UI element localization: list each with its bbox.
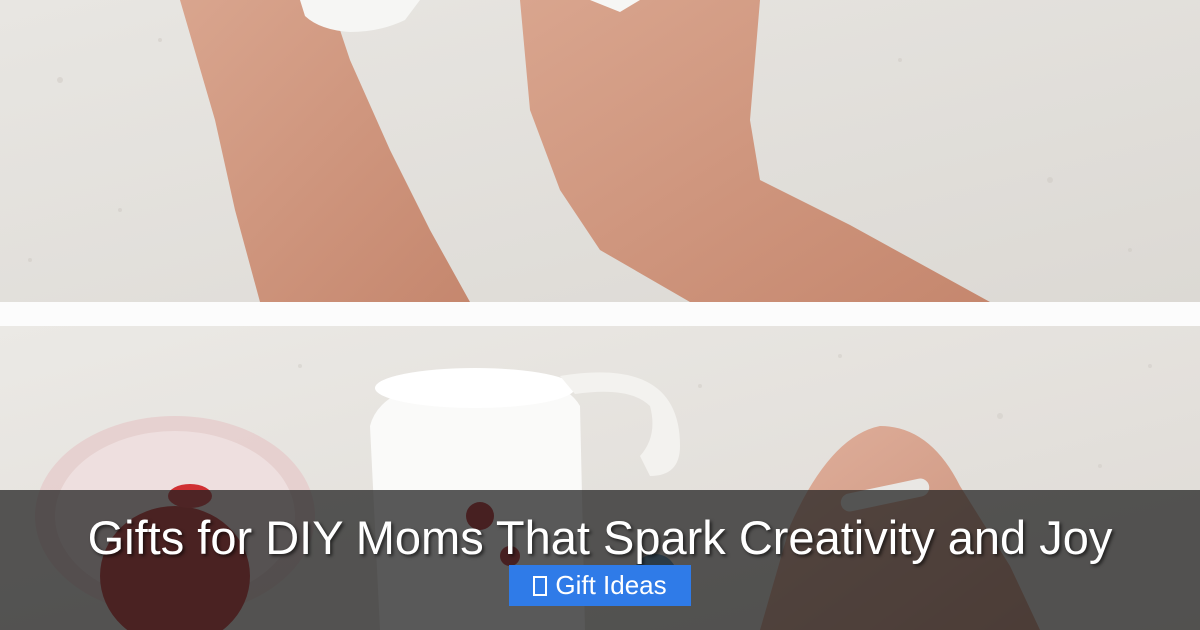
- photo-hands-holding-mug: [0, 0, 1200, 302]
- category-label: Gift Ideas: [555, 570, 667, 600]
- tag-icon: [533, 575, 548, 596]
- image-divider: [0, 302, 1200, 326]
- category-badge[interactable]: Gift Ideas: [509, 565, 691, 606]
- photo-hands-holding-mug-artwork: [0, 0, 1200, 302]
- page-title: Gifts for DIY Moms That Spark Creativity…: [87, 511, 1113, 564]
